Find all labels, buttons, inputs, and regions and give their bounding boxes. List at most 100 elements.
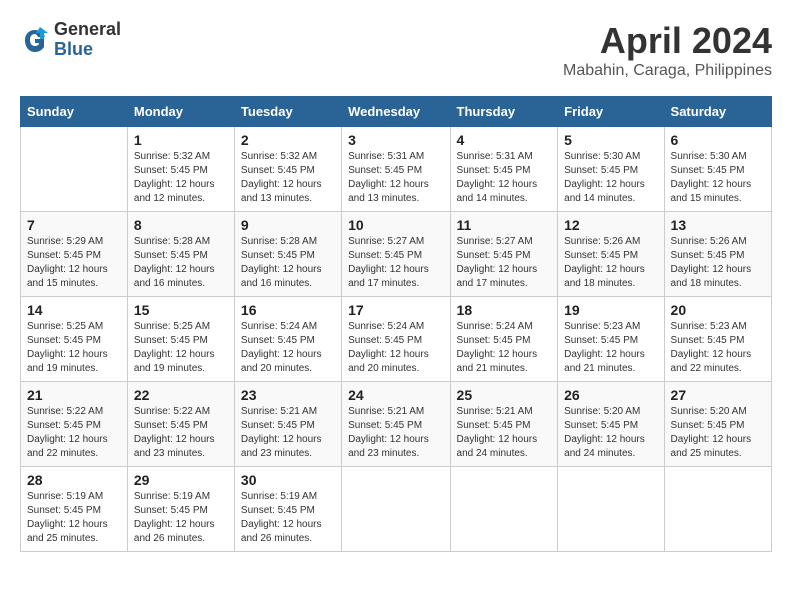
week-row-4: 28Sunrise: 5:19 AM Sunset: 5:45 PM Dayli… [21, 467, 772, 552]
day-info: Sunrise: 5:21 AM Sunset: 5:45 PM Dayligh… [241, 405, 335, 461]
logo-blue-text: Blue [54, 40, 121, 60]
day-cell: 13 Sunrise: 5:26 AM Sunset: 5:45 PM Dayli… [664, 212, 771, 297]
day-cell: 29 Sunrise: 5:19 AM Sunset: 5:45 PM Dayli… [127, 467, 234, 552]
day-cell: 15 Sunrise: 5:25 AM Sunset: 5:45 PM Dayli… [127, 297, 234, 382]
day-info: Sunrise: 5:29 AM Sunset: 5:45 PM Dayligh… [27, 235, 121, 291]
day-number: 4 [457, 132, 552, 148]
day-info: Sunrise: 5:21 AM Sunset: 5:45 PM Dayligh… [348, 405, 443, 461]
day-number: 30 [241, 472, 335, 488]
day-info: Sunrise: 5:23 AM Sunset: 5:45 PM Dayligh… [564, 320, 657, 376]
day-number: 17 [348, 302, 443, 318]
day-number: 2 [241, 132, 335, 148]
day-cell: 3Sunrise: 5:31 AM Sunset: 5:45 PM Daylig… [342, 127, 450, 212]
day-number: 18 [457, 302, 552, 318]
calendar-title: April 2024 [563, 20, 772, 62]
day-cell: 12 Sunrise: 5:26 AM Sunset: 5:45 PM Dayli… [558, 212, 664, 297]
day-cell: 4 Sunrise: 5:31 AM Sunset: 5:45 PM Daylig… [450, 127, 558, 212]
day-number: 10 [348, 217, 443, 233]
day-cell: 17 Sunrise: 5:24 AM Sunset: 5:45 PM Dayli… [342, 297, 450, 382]
day-cell: 18Sunrise: 5:24 AM Sunset: 5:45 PM Dayli… [450, 297, 558, 382]
header-cell-monday: Monday [127, 97, 234, 127]
day-cell: 11 Sunrise: 5:27 AM Sunset: 5:45 PM Dayli… [450, 212, 558, 297]
day-number: 12 [564, 217, 657, 233]
day-number: 5 [564, 132, 657, 148]
day-info: Sunrise: 5:27 AM Sunset: 5:45 PM Dayligh… [348, 235, 443, 291]
day-cell: 23 Sunrise: 5:21 AM Sunset: 5:45 PM Dayli… [234, 382, 341, 467]
day-number: 16 [241, 302, 335, 318]
day-number: 22 [134, 387, 228, 403]
day-number: 27 [671, 387, 765, 403]
day-number: 11 [457, 217, 552, 233]
day-number: 24 [348, 387, 443, 403]
day-number: 13 [671, 217, 765, 233]
day-cell: 7Sunrise: 5:29 AM Sunset: 5:45 PM Daylig… [21, 212, 128, 297]
day-number: 20 [671, 302, 765, 318]
day-cell: 25Sunrise: 5:21 AM Sunset: 5:45 PM Dayli… [450, 382, 558, 467]
day-info: Sunrise: 5:20 AM Sunset: 5:45 PM Dayligh… [564, 405, 657, 461]
day-info: Sunrise: 5:23 AM Sunset: 5:45 PM Dayligh… [671, 320, 765, 376]
day-info: Sunrise: 5:32 AM Sunset: 5:45 PM Dayligh… [134, 150, 228, 206]
header: General Blue April 2024 Mabahin, Caraga,… [20, 20, 772, 80]
day-info: Sunrise: 5:19 AM Sunset: 5:45 PM Dayligh… [134, 490, 228, 546]
logo-general-text: General [54, 20, 121, 40]
logo: General Blue [20, 20, 121, 60]
day-number: 23 [241, 387, 335, 403]
calendar-subtitle: Mabahin, Caraga, Philippines [563, 62, 772, 80]
day-number: 19 [564, 302, 657, 318]
day-cell [21, 127, 128, 212]
day-cell [450, 467, 558, 552]
logo-text: General Blue [54, 20, 121, 60]
day-number: 26 [564, 387, 657, 403]
header-cell-saturday: Saturday [664, 97, 771, 127]
day-info: Sunrise: 5:30 AM Sunset: 5:45 PM Dayligh… [671, 150, 765, 206]
day-info: Sunrise: 5:22 AM Sunset: 5:45 PM Dayligh… [27, 405, 121, 461]
day-cell: 19 Sunrise: 5:23 AM Sunset: 5:45 PM Dayli… [558, 297, 664, 382]
day-number: 6 [671, 132, 765, 148]
day-info: Sunrise: 5:28 AM Sunset: 5:45 PM Dayligh… [241, 235, 335, 291]
day-cell: 24 Sunrise: 5:21 AM Sunset: 5:45 PM Dayli… [342, 382, 450, 467]
day-info: Sunrise: 5:25 AM Sunset: 5:45 PM Dayligh… [27, 320, 121, 376]
title-area: April 2024 Mabahin, Caraga, Philippines [563, 20, 772, 80]
day-cell: 10 Sunrise: 5:27 AM Sunset: 5:45 PM Dayli… [342, 212, 450, 297]
day-info: Sunrise: 5:24 AM Sunset: 5:45 PM Dayligh… [241, 320, 335, 376]
day-info: Sunrise: 5:28 AM Sunset: 5:45 PM Dayligh… [134, 235, 228, 291]
header-row: SundayMondayTuesdayWednesdayThursdayFrid… [21, 97, 772, 127]
day-cell: 20 Sunrise: 5:23 AM Sunset: 5:45 PM Dayli… [664, 297, 771, 382]
day-number: 29 [134, 472, 228, 488]
day-info: Sunrise: 5:26 AM Sunset: 5:45 PM Dayligh… [671, 235, 765, 291]
week-row-3: 21Sunrise: 5:22 AM Sunset: 5:45 PM Dayli… [21, 382, 772, 467]
week-row-0: 1 Sunrise: 5:32 AM Sunset: 5:45 PM Daylig… [21, 127, 772, 212]
day-cell [342, 467, 450, 552]
header-cell-tuesday: Tuesday [234, 97, 341, 127]
day-number: 15 [134, 302, 228, 318]
day-cell: 27 Sunrise: 5:20 AM Sunset: 5:45 PM Dayli… [664, 382, 771, 467]
day-info: Sunrise: 5:31 AM Sunset: 5:45 PM Dayligh… [457, 150, 552, 206]
day-info: Sunrise: 5:24 AM Sunset: 5:45 PM Dayligh… [348, 320, 443, 376]
day-number: 9 [241, 217, 335, 233]
day-cell [558, 467, 664, 552]
day-cell: 6 Sunrise: 5:30 AM Sunset: 5:45 PM Daylig… [664, 127, 771, 212]
day-info: Sunrise: 5:20 AM Sunset: 5:45 PM Dayligh… [671, 405, 765, 461]
day-number: 1 [134, 132, 228, 148]
calendar-table: SundayMondayTuesdayWednesdayThursdayFrid… [20, 96, 772, 552]
day-cell: 26 Sunrise: 5:20 AM Sunset: 5:45 PM Dayli… [558, 382, 664, 467]
day-info: Sunrise: 5:21 AM Sunset: 5:45 PM Dayligh… [457, 405, 552, 461]
day-info: Sunrise: 5:27 AM Sunset: 5:45 PM Dayligh… [457, 235, 552, 291]
day-info: Sunrise: 5:26 AM Sunset: 5:45 PM Dayligh… [564, 235, 657, 291]
day-cell: 21Sunrise: 5:22 AM Sunset: 5:45 PM Dayli… [21, 382, 128, 467]
day-cell: 28Sunrise: 5:19 AM Sunset: 5:45 PM Dayli… [21, 467, 128, 552]
day-cell: 1 Sunrise: 5:32 AM Sunset: 5:45 PM Daylig… [127, 127, 234, 212]
day-info: Sunrise: 5:22 AM Sunset: 5:45 PM Dayligh… [134, 405, 228, 461]
day-cell: 9 Sunrise: 5:28 AM Sunset: 5:45 PM Daylig… [234, 212, 341, 297]
day-cell: 16 Sunrise: 5:24 AM Sunset: 5:45 PM Dayli… [234, 297, 341, 382]
day-info: Sunrise: 5:30 AM Sunset: 5:45 PM Dayligh… [564, 150, 657, 206]
day-cell: 22 Sunrise: 5:22 AM Sunset: 5:45 PM Dayli… [127, 382, 234, 467]
logo-icon [20, 25, 50, 55]
day-info: Sunrise: 5:25 AM Sunset: 5:45 PM Dayligh… [134, 320, 228, 376]
day-info: Sunrise: 5:19 AM Sunset: 5:45 PM Dayligh… [27, 490, 121, 546]
header-cell-friday: Friday [558, 97, 664, 127]
day-cell [664, 467, 771, 552]
day-cell: 5 Sunrise: 5:30 AM Sunset: 5:45 PM Daylig… [558, 127, 664, 212]
day-cell: 8Sunrise: 5:28 AM Sunset: 5:45 PM Daylig… [127, 212, 234, 297]
day-cell: 2Sunrise: 5:32 AM Sunset: 5:45 PM Daylig… [234, 127, 341, 212]
